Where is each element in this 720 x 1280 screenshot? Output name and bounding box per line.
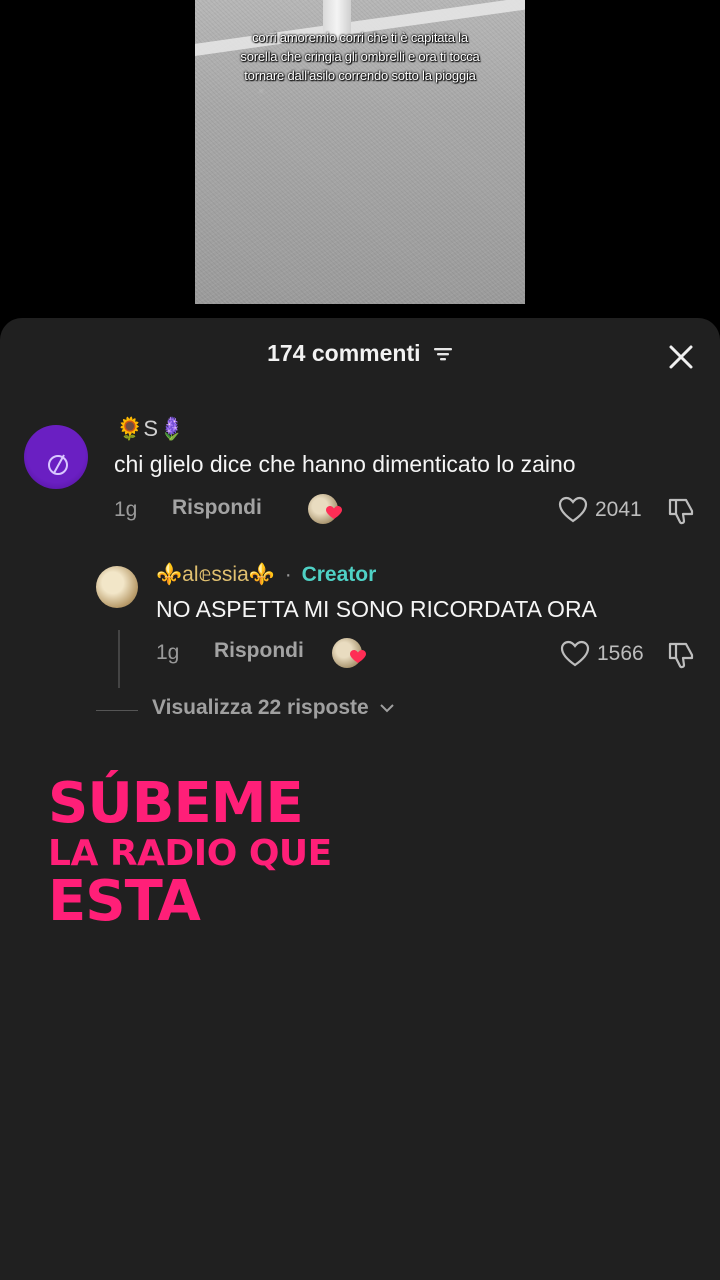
video-caption: corri amoremio corri che ti è capitata l… — [240, 30, 480, 83]
comment-text: chi glielo dice che hanno dimenticato lo… — [114, 451, 576, 477]
video-frame[interactable]: corri amoremio corri che ti è capitata l… — [195, 0, 525, 304]
view-replies-divider — [96, 710, 138, 711]
creator-heart-icon — [326, 506, 342, 519]
promo-line-1: SÚBEME — [48, 771, 304, 836]
creator-badge: Creator — [301, 563, 377, 586]
close-icon[interactable] — [668, 344, 694, 370]
separator-dot: · — [284, 563, 292, 586]
reply-button[interactable]: Rispondi — [214, 639, 304, 663]
reply-button[interactable]: Rispondi — [172, 496, 262, 520]
comment-time: 1g — [114, 498, 138, 521]
like-count: 2041 — [595, 498, 642, 521]
like-heart-icon[interactable] — [560, 640, 590, 668]
music-overlay-text: SÚBEME LA RADIO QUE ESTA — [48, 776, 332, 930]
like-count: 1566 — [597, 642, 644, 665]
reply-time: 1g — [156, 641, 180, 664]
dislike-icon[interactable] — [666, 640, 696, 670]
comments-count-title: 174 commenti — [267, 340, 421, 366]
avatar[interactable] — [96, 566, 138, 608]
comments-header: 174 commenti — [0, 340, 720, 368]
comment-username[interactable]: 🌻S🪻 — [116, 416, 185, 442]
creator-heart-icon — [350, 650, 366, 663]
promo-line-3: ESTA — [48, 869, 201, 934]
avatar[interactable] — [24, 425, 88, 489]
thread-line — [118, 630, 120, 688]
filter-icon[interactable] — [433, 341, 453, 368]
view-replies-button[interactable]: Visualizza 22 risposte — [152, 696, 395, 720]
like-heart-icon[interactable] — [558, 496, 588, 524]
dislike-icon[interactable] — [666, 496, 696, 526]
reply-username[interactable]: ⚜️al𝕖ssia⚜️ — [156, 563, 275, 586]
view-replies-label: Visualizza 22 risposte — [152, 696, 369, 719]
reply-text: NO ASPETTA MI SONO RICORDATA ORA — [156, 596, 597, 622]
promo-line-2: LA RADIO QUE — [48, 833, 332, 874]
reply-username-row: ⚜️al𝕖ssia⚜️ · Creator — [156, 562, 376, 587]
chevron-down-icon — [379, 704, 394, 713]
comments-sheet: 174 commenti 🌻S🪻 chi glielo dice che han… — [0, 318, 720, 1280]
